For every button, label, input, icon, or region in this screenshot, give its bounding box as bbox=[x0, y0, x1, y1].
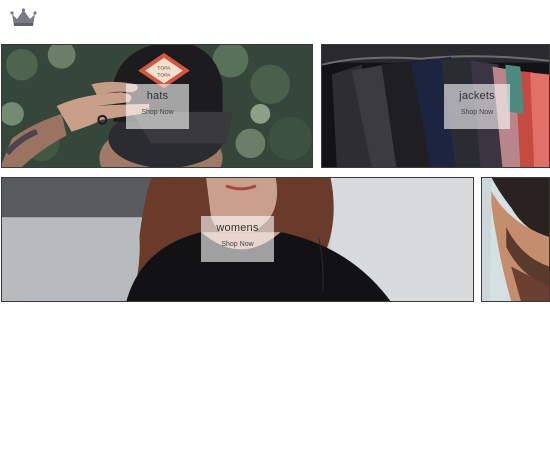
category-tile-jackets[interactable]: jackets Shop Now bbox=[321, 44, 550, 168]
hats-shop-now-link[interactable]: Shop Now bbox=[126, 108, 189, 117]
hats-title: hats bbox=[146, 90, 169, 102]
womens-card[interactable]: womens Shop Now bbox=[201, 216, 274, 262]
category-tile-hats[interactable]: TOPA TOPA hats Shop Now bbox=[1, 44, 313, 168]
jackets-shop-now-link[interactable]: Shop Now bbox=[444, 108, 510, 117]
category-tile-womens[interactable]: womens Shop Now bbox=[1, 177, 474, 302]
jackets-card[interactable]: jackets Shop Now bbox=[444, 84, 510, 129]
page: TOPA TOPA hats Shop Now jackets Shop Now… bbox=[0, 0, 550, 465]
hats-card[interactable]: hats Shop Now bbox=[126, 84, 189, 129]
jackets-photo bbox=[322, 45, 549, 167]
womens-shop-now-link[interactable]: Shop Now bbox=[201, 240, 274, 249]
patch-line-1: TOPA bbox=[157, 66, 171, 72]
partial-tile-photo bbox=[482, 178, 549, 301]
category-tile-partial[interactable] bbox=[481, 177, 550, 302]
womens-title: womens bbox=[216, 222, 259, 234]
jackets-title: jackets bbox=[459, 90, 495, 102]
crown-icon[interactable] bbox=[10, 8, 37, 28]
patch-line-2: TOPA bbox=[157, 73, 171, 79]
